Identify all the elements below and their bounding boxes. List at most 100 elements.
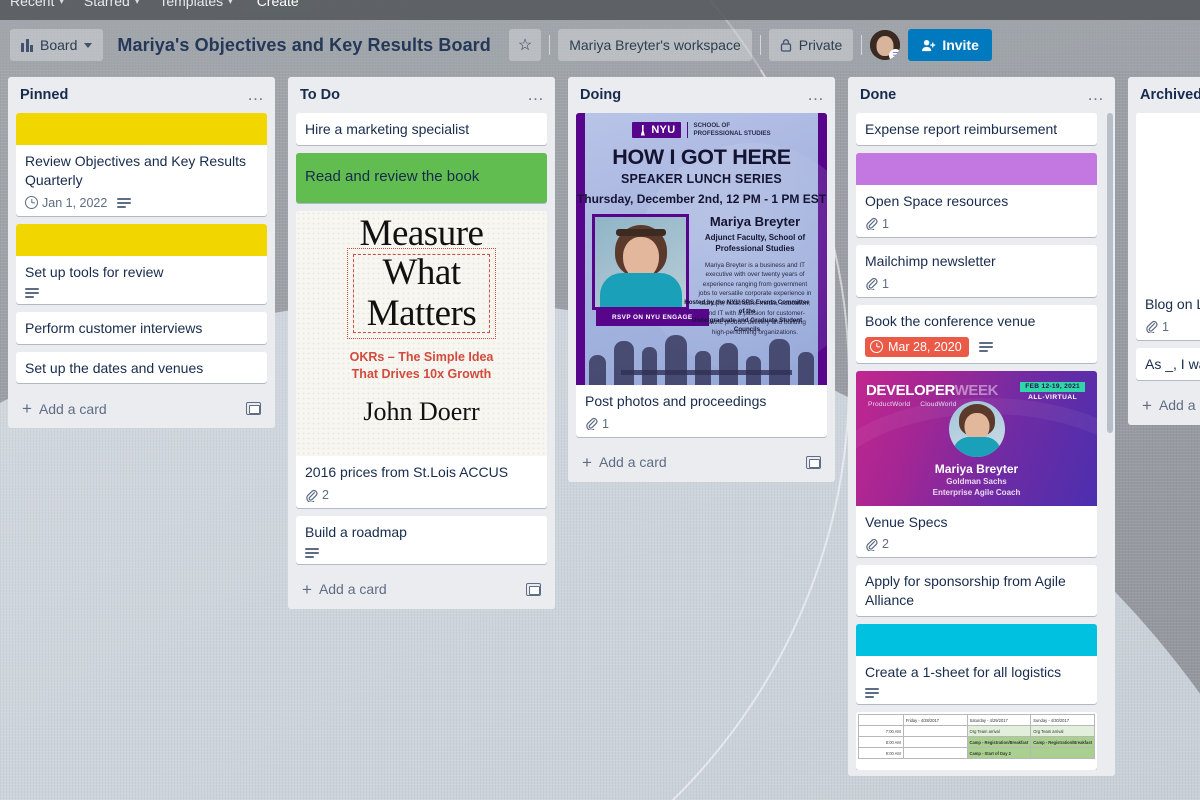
card-badges: 1 — [585, 417, 819, 431]
card-list: NYU SCHOOL OF PROFESSIONAL STUDIES HOW I… — [576, 113, 827, 437]
add-card-button[interactable]: + Add a card — [16, 391, 267, 422]
card[interactable]: Friday - 4/28/2017 Saturday - 4/29/2017 … — [856, 712, 1097, 771]
card[interactable]: Set up tools for review — [16, 223, 267, 304]
due-date-text: Mar 28, 2020 — [888, 339, 962, 354]
nav-item-templates-label: Templates — [159, 0, 224, 9]
chevron-down-icon: ▾ — [59, 0, 64, 6]
nav-item-starred[interactable]: Starred ▾ — [74, 0, 149, 14]
browser-top-nav: Recent ▾ Starred ▾ Templates ▾ Create — [0, 0, 1200, 20]
card-title: As _, I wan — [1145, 355, 1200, 372]
card-list: Review Objectives and Key Results Quarte… — [16, 113, 267, 384]
card[interactable]: Expense report reimbursement — [856, 113, 1097, 145]
board-title: Mariya's Objectives and Key Results Boar… — [117, 34, 491, 55]
table-cell — [1030, 747, 1095, 760]
table-row: 7:00 AM Org Team arrival Org Team arriva… — [858, 725, 1095, 738]
card-template-icon[interactable] — [526, 582, 541, 596]
card[interactable]: NYU SCHOOL OF PROFESSIONAL STUDIES HOW I… — [576, 113, 827, 437]
list-menu-button[interactable]: … — [807, 86, 825, 103]
card-template-icon[interactable] — [246, 402, 261, 416]
card-body: Open Space resources 1 — [856, 185, 1097, 237]
card-body: Venue Specs 2 — [856, 506, 1097, 558]
card-title: 2016 prices from St.Lois ACCUS — [305, 464, 509, 481]
card-body: 2016 prices from St.Lois ACCUS 2 — [296, 456, 547, 508]
speaker-body — [599, 273, 682, 307]
card-body: Review Objectives and Key Results Quarte… — [16, 145, 267, 216]
table-header-row: Friday - 4/28/2017 Saturday - 4/29/2017 … — [858, 714, 1095, 727]
card-title: Set up tools for review — [25, 263, 164, 280]
list-menu-button[interactable]: … — [1087, 86, 1105, 103]
speaker-name: Mariya Breyter — [709, 214, 801, 229]
board-view-switcher[interactable]: Board — [10, 29, 104, 61]
list-scrollbar[interactable] — [1107, 113, 1113, 433]
card[interactable]: Open Space resources 1 — [856, 152, 1097, 237]
list-title: Archived — [1140, 87, 1200, 103]
table-row: 8:00 AM Camp - Registration/Breakfast Ca… — [858, 736, 1095, 749]
card-badges — [305, 547, 539, 558]
card[interactable]: Book the conference venue Mar 28, 2020 — [856, 304, 1097, 363]
card[interactable]: As _, I wan — [1136, 347, 1200, 380]
attachment-badge: 2 — [305, 488, 329, 502]
invite-button[interactable]: Invite — [908, 29, 992, 61]
add-card-button[interactable]: + Add a card — [1136, 388, 1200, 419]
card[interactable]: Review Objectives and Key Results Quarte… — [16, 113, 267, 216]
star-board-button[interactable]: ☆ — [508, 29, 542, 61]
card[interactable]: Create a 1-sheet for all logistics — [856, 624, 1097, 705]
due-date-badge-overdue[interactable]: Mar 28, 2020 — [865, 336, 969, 357]
poster-datetime: Thursday, December 2nd, 12 PM - 1 PM EST — [576, 192, 827, 206]
plus-icon: + — [582, 452, 592, 472]
card[interactable]: Apply for sponsorship from Agile Allianc… — [856, 565, 1097, 617]
card[interactable]: Set up the dates and venues — [16, 351, 267, 384]
card[interactable]: Blog on L 1 — [1136, 113, 1200, 340]
nav-item-recent-label: Recent — [10, 0, 55, 9]
add-card-label: Add a card — [38, 400, 107, 417]
card-template-icon[interactable] — [806, 455, 821, 469]
plus-icon: + — [22, 399, 32, 419]
school-line1: SCHOOL OF — [693, 122, 731, 130]
poster-headline: HOW I GOT HERE — [612, 145, 791, 169]
card-body: As _, I wan — [1136, 348, 1200, 380]
poster-school-name: SCHOOL OF PROFESSIONAL STUDIES — [687, 122, 771, 138]
card-body: Apply for sponsorship from Agile Allianc… — [856, 565, 1097, 616]
card[interactable]: DEVELOPERWEEK ProductWorld CloudWorld FE… — [856, 370, 1097, 558]
list-menu-button[interactable]: … — [247, 86, 265, 103]
card-body: Book the conference venue Mar 28, 2020 — [856, 305, 1097, 363]
table-cell: Camp - Registration/Breakfast — [1030, 736, 1095, 749]
due-date-badge: Jan 1, 2022 — [25, 196, 107, 210]
visibility-button[interactable]: Private — [768, 29, 854, 61]
list-doing: Doing … NYU SCHOOL OF PROFESSIONAL STUDI… — [568, 77, 835, 482]
table-cell: Camp - Registration/Breakfast — [966, 736, 1032, 749]
card[interactable]: Build a roadmap — [296, 516, 547, 564]
card[interactable]: Perform customer interviews — [16, 311, 267, 344]
table-cell: Saturday - 4/29/2017 — [966, 714, 1032, 727]
card[interactable]: Measure What Matters OKRs – The Simple I… — [296, 211, 547, 509]
attachment-count: 1 — [882, 216, 889, 231]
logo-part-b: WEEK — [954, 381, 999, 399]
card-badges: Mar 28, 2020 — [865, 336, 1089, 357]
card[interactable]: Read and review the book — [296, 152, 547, 204]
book-author: John Doerr — [363, 396, 480, 426]
nav-item-templates[interactable]: Templates ▾ — [149, 0, 242, 14]
developerweek-logo: DEVELOPERWEEK — [866, 382, 998, 399]
speaker-role: Adjunct Faculty, School of Professional … — [697, 233, 813, 255]
workspace-button[interactable]: Mariya Breyter's workspace — [558, 29, 752, 61]
create-button[interactable]: Create — [242, 0, 313, 14]
host-line2: Undergraduate and Graduate Student Counc… — [691, 316, 803, 333]
star-icon: ☆ — [517, 37, 533, 54]
add-card-button[interactable]: + Add a card — [576, 445, 827, 476]
card-body: Expense report reimbursement — [856, 113, 1097, 145]
lock-icon — [780, 39, 791, 52]
nav-item-recent[interactable]: Recent ▾ — [0, 0, 74, 14]
card[interactable]: Mailchimp newsletter 1 — [856, 244, 1097, 297]
header-divider — [861, 35, 863, 55]
avatar[interactable]: ☰ — [870, 30, 901, 60]
card-list: Expense report reimbursement Open Space … — [856, 113, 1097, 771]
list-title: Done — [860, 87, 897, 103]
card[interactable]: Hire a marketing specialist — [296, 113, 547, 145]
avatar-badge-icon: ☰ — [889, 49, 901, 60]
table-cell: Camp - Start of Day 2 — [966, 747, 1032, 760]
add-card-button[interactable]: + Add a card — [296, 572, 547, 603]
attachment-icon — [586, 418, 598, 431]
list-menu-button[interactable]: … — [527, 86, 545, 103]
card-body: Blog on L 1 — [1136, 288, 1200, 340]
board-canvas: Pinned … Review Objectives and Key Resul… — [0, 70, 1200, 800]
